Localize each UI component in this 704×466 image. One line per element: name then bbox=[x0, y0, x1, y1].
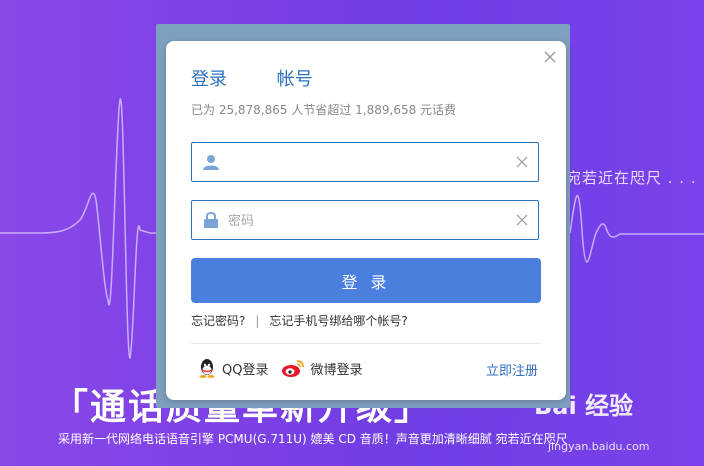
qq-icon bbox=[199, 359, 215, 378]
login-button[interactable]: 登 录 bbox=[191, 258, 541, 303]
weibo-login-label: 微博登录 bbox=[310, 362, 363, 378]
clear-icon[interactable] bbox=[516, 214, 528, 226]
weibo-login-button[interactable]: 微博登录 bbox=[280, 357, 362, 379]
username-input[interactable] bbox=[226, 151, 510, 175]
login-dialog: 登录 帐号 已为 25,878,865 人节省超过 1,889,658 元话费 … bbox=[166, 41, 566, 400]
divider bbox=[191, 343, 541, 344]
user-icon bbox=[203, 155, 219, 170]
forgot-account-link[interactable]: 忘记手机号绑给哪个帐号? bbox=[269, 314, 407, 328]
link-separator: | bbox=[255, 314, 260, 328]
watermark-url: jingyan.baidu.com bbox=[548, 440, 650, 453]
login-tabs: 登录 帐号 bbox=[191, 65, 313, 91]
social-login: QQ登录 微博登录 bbox=[196, 357, 374, 379]
forgot-password-link[interactable]: 忘记密码? bbox=[191, 314, 245, 328]
background-tagline: 宛若近在咫尺 . . . bbox=[566, 169, 697, 187]
background-subline: 采用新一代网络电话语音引擎 PCMU(G.711U) 媲美 CD 音质！声音更加… bbox=[58, 432, 568, 446]
qq-login-button[interactable]: QQ登录 bbox=[196, 357, 268, 379]
clear-icon[interactable] bbox=[516, 156, 528, 168]
username-field[interactable] bbox=[191, 142, 539, 182]
recovery-links: 忘记密码? | 忘记手机号绑给哪个帐号? bbox=[191, 312, 408, 329]
qq-login-label: QQ登录 bbox=[222, 362, 269, 378]
register-link[interactable]: 立即注册 bbox=[486, 360, 538, 379]
weibo-icon bbox=[282, 360, 305, 377]
tab-login[interactable]: 登录 bbox=[191, 65, 227, 91]
close-icon[interactable] bbox=[542, 49, 558, 65]
password-input[interactable] bbox=[226, 209, 510, 233]
tab-account[interactable]: 帐号 bbox=[277, 65, 313, 91]
password-field[interactable] bbox=[191, 200, 539, 240]
savings-stats: 已为 25,878,865 人节省超过 1,889,658 元话费 bbox=[191, 103, 457, 117]
lock-icon bbox=[204, 212, 218, 228]
